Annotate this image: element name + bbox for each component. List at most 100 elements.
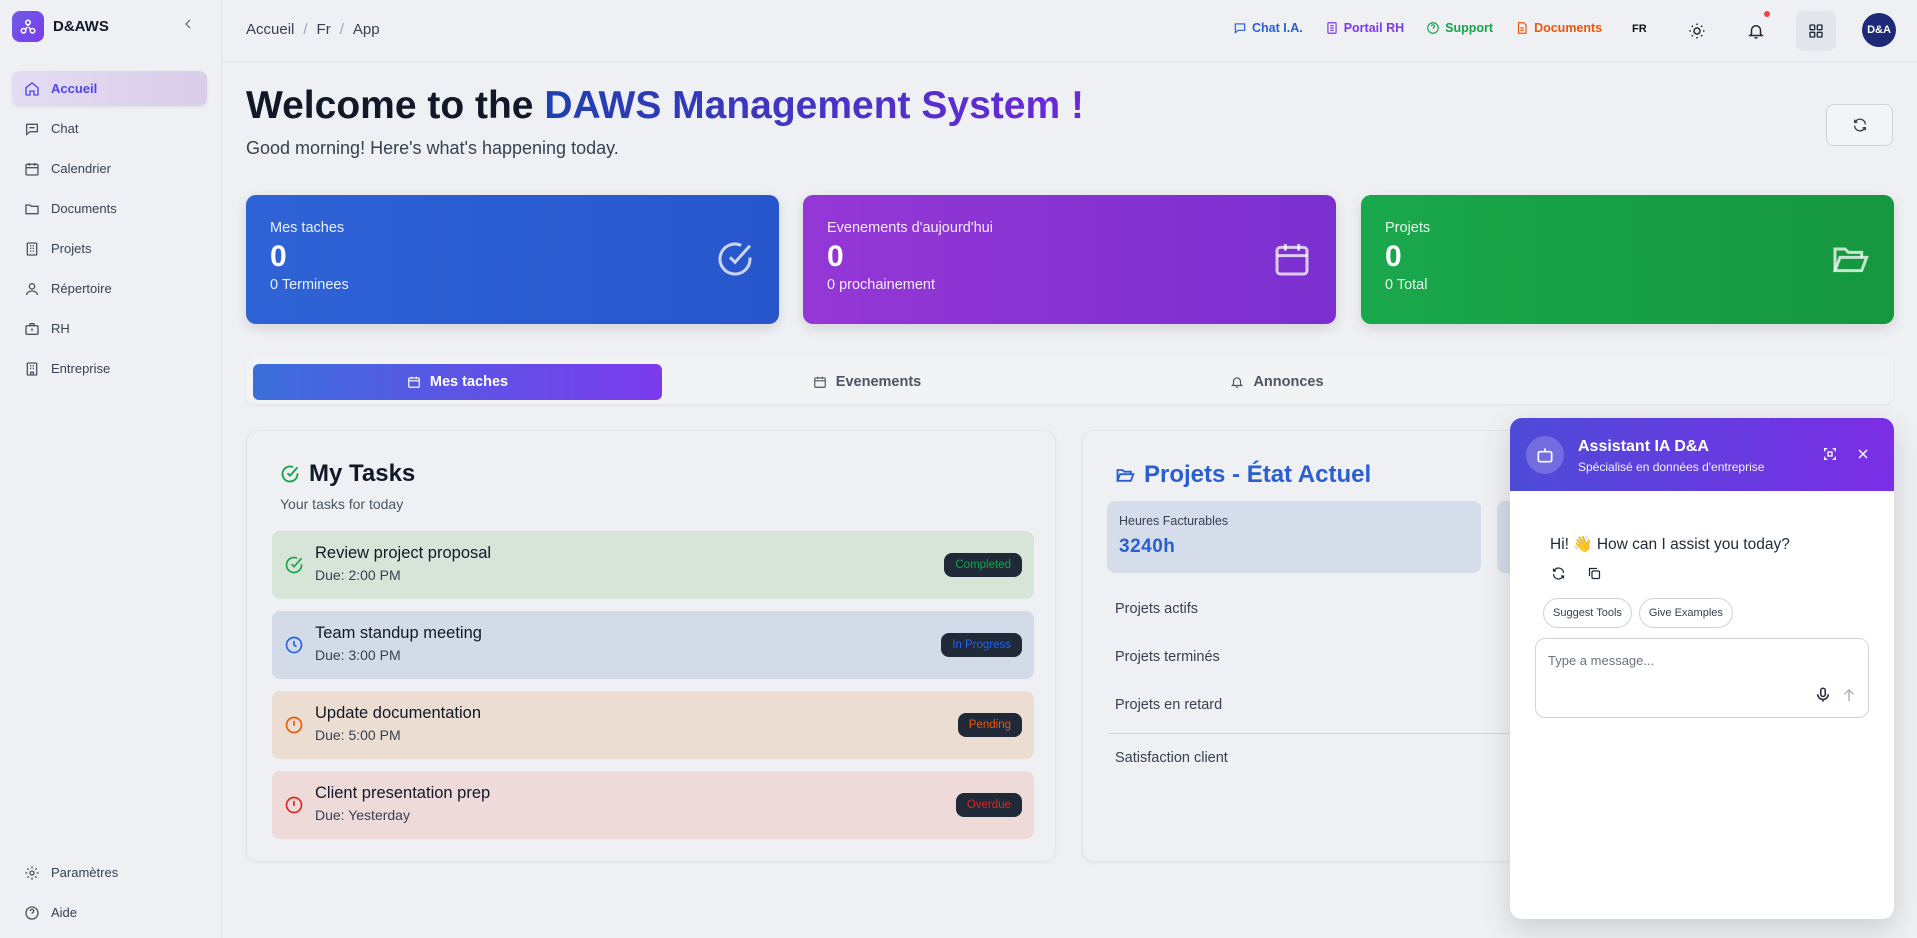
link-portail-rh[interactable]: Portail RH [1325, 21, 1404, 35]
brand[interactable]: D&AWS [12, 11, 109, 42]
refresh-icon [1853, 118, 1866, 132]
message-input-placeholder: Type a message... [1548, 653, 1655, 668]
sidebar-item-parametres[interactable]: Paramètres [12, 855, 207, 890]
sidebar-item-accueil[interactable]: Accueil [12, 71, 207, 106]
stat-label: Evenements d'aujourd'hui [827, 220, 993, 236]
tab-evenements[interactable]: Evenements [662, 364, 1072, 400]
stat-value: 0 [270, 240, 287, 273]
folder-icon [25, 203, 39, 214]
sidebar-item-label: Documents [51, 201, 117, 216]
sidebar-item-projets[interactable]: Projets [12, 231, 207, 266]
sidebar-item-calendrier[interactable]: Calendrier [12, 151, 207, 186]
breadcrumb-item[interactable]: Accueil [246, 21, 294, 38]
language-switcher[interactable]: FR [1632, 23, 1647, 35]
link-documents[interactable]: Documents [1515, 21, 1602, 35]
task-name: Team standup meeting [315, 624, 482, 642]
tab-annonces[interactable]: Annonces [1072, 364, 1482, 400]
task-item[interactable]: Team standup meeting Due: 3:00 PM In Pro… [272, 611, 1034, 679]
link-label: Documents [1534, 21, 1603, 35]
link-chat-ia[interactable]: Chat I.A. [1233, 21, 1303, 35]
project-stat-row: Satisfaction client [1115, 750, 1228, 766]
stat-value: 0 [827, 240, 844, 273]
calendar-icon [1275, 244, 1309, 276]
gear-icon [25, 865, 39, 880]
task-name: Client presentation prep [315, 784, 491, 802]
link-support[interactable]: Support [1426, 21, 1493, 35]
task-item[interactable]: Client presentation prep Due: Yesterday … [272, 771, 1034, 839]
breadcrumb-separator: / [339, 21, 344, 38]
stat-card-projects[interactable]: Projets 0 0 Total [1361, 195, 1894, 324]
my-tasks-card: My Tasks Your tasks for today Review pro… [246, 430, 1056, 862]
assistant-subtitle: Spécialisé en données d'entreprise [1578, 460, 1765, 474]
tab-label: Mes taches [429, 374, 509, 390]
sidebar-item-rh[interactable]: RH [12, 311, 207, 346]
sidebar-item-label: Entreprise [51, 361, 111, 376]
regenerate-icon[interactable] [1551, 566, 1566, 581]
header-links: Chat I.A. Portail RH Support Documents [1233, 21, 1602, 35]
sidebar-item-chat[interactable]: Chat [12, 111, 207, 146]
sidebar-item-aide[interactable]: Aide [12, 895, 207, 930]
building-icon [26, 361, 38, 376]
stat-card-tasks[interactable]: Mes taches 0 0 Terminees [246, 195, 779, 324]
breadcrumb-item[interactable]: Fr [317, 21, 331, 38]
sidebar-item-repertoire[interactable]: Répertoire [12, 271, 207, 306]
help-icon [1427, 22, 1439, 34]
task-item[interactable]: Update documentation Due: 5:00 PM Pendin… [272, 691, 1034, 759]
suggestion-chips: Suggest Tools Give Examples [1543, 598, 1733, 628]
brand-name: D&AWS [53, 18, 109, 35]
tab-label: Evenements [835, 374, 922, 390]
expand-icon[interactable] [1822, 446, 1838, 462]
task-item[interactable]: Review project proposal Due: 2:00 PM Com… [272, 531, 1034, 599]
page-title: Welcome to the DAWS Management System ! [246, 84, 1084, 128]
stat-sub: 0 prochainement [827, 277, 936, 293]
copy-icon[interactable] [1587, 566, 1602, 581]
help-icon [25, 905, 39, 920]
breadcrumb-item[interactable]: App [353, 21, 380, 38]
assistant-title: Assistant IA D&A [1578, 438, 1709, 455]
status-badge: Completed [944, 553, 1022, 577]
chat-icon [1234, 23, 1246, 34]
alert-circle-icon [285, 716, 303, 734]
folder-open-icon [1832, 247, 1869, 273]
building-icon [26, 241, 38, 256]
breadcrumb-separator: / [303, 21, 308, 38]
calendar-icon [813, 376, 826, 388]
message-actions [1551, 566, 1602, 581]
notifications-button[interactable] [1736, 11, 1776, 51]
bot-icon [1526, 436, 1564, 474]
theme-toggle-button[interactable] [1677, 11, 1717, 51]
send-arrow-icon[interactable] [1840, 686, 1858, 704]
tab-label: Annonces [1253, 374, 1324, 390]
close-icon[interactable] [1855, 446, 1871, 462]
file-icon [1517, 22, 1527, 34]
alert-circle-icon [285, 796, 303, 814]
collapse-sidebar-icon[interactable] [180, 16, 196, 32]
stat-label: Projets [1385, 220, 1431, 236]
sidebar-item-label: RH [51, 321, 70, 336]
microphone-icon[interactable] [1814, 686, 1832, 704]
content-tabs: Mes taches Evenements Annonces [246, 357, 1893, 404]
refresh-button[interactable] [1826, 104, 1893, 146]
projects-title-text: Projets - État Actuel [1144, 461, 1372, 488]
chip-suggest-tools[interactable]: Suggest Tools [1543, 598, 1632, 628]
project-stat-row: Projets terminés [1115, 649, 1220, 665]
ai-assistant-panel: Assistant IA D&A Spécialisé en données d… [1510, 418, 1894, 919]
page-subtitle: Good morning! Here's what's happening to… [246, 138, 619, 158]
message-input[interactable]: Type a message... [1535, 638, 1869, 718]
stat-sub: 0 Total [1385, 277, 1428, 293]
stat-sub: 0 Terminees [270, 277, 349, 293]
tasks-subtitle: Your tasks for today [280, 496, 404, 512]
apps-grid-button[interactable] [1796, 11, 1836, 51]
brand-logo-icon [12, 11, 44, 42]
chip-give-examples[interactable]: Give Examples [1638, 598, 1733, 628]
sidebar-item-entreprise[interactable]: Entreprise [12, 351, 207, 386]
avatar[interactable]: D&A [1862, 13, 1896, 47]
user-icon [26, 282, 38, 295]
sidebar-item-documents[interactable]: Documents [12, 191, 207, 226]
task-name: Review project proposal [315, 544, 492, 562]
tab-mes-taches[interactable]: Mes taches [253, 364, 662, 400]
sidebar-nav: Accueil Chat Calendrier Documents Projet… [12, 71, 207, 391]
stat-card-events[interactable]: Evenements d'aujourd'hui 0 0 prochaineme… [803, 195, 1336, 324]
stat-label: Mes taches [270, 220, 345, 236]
top-header: Accueil / Fr / App Chat I.A. Portail RH … [222, 0, 1917, 62]
